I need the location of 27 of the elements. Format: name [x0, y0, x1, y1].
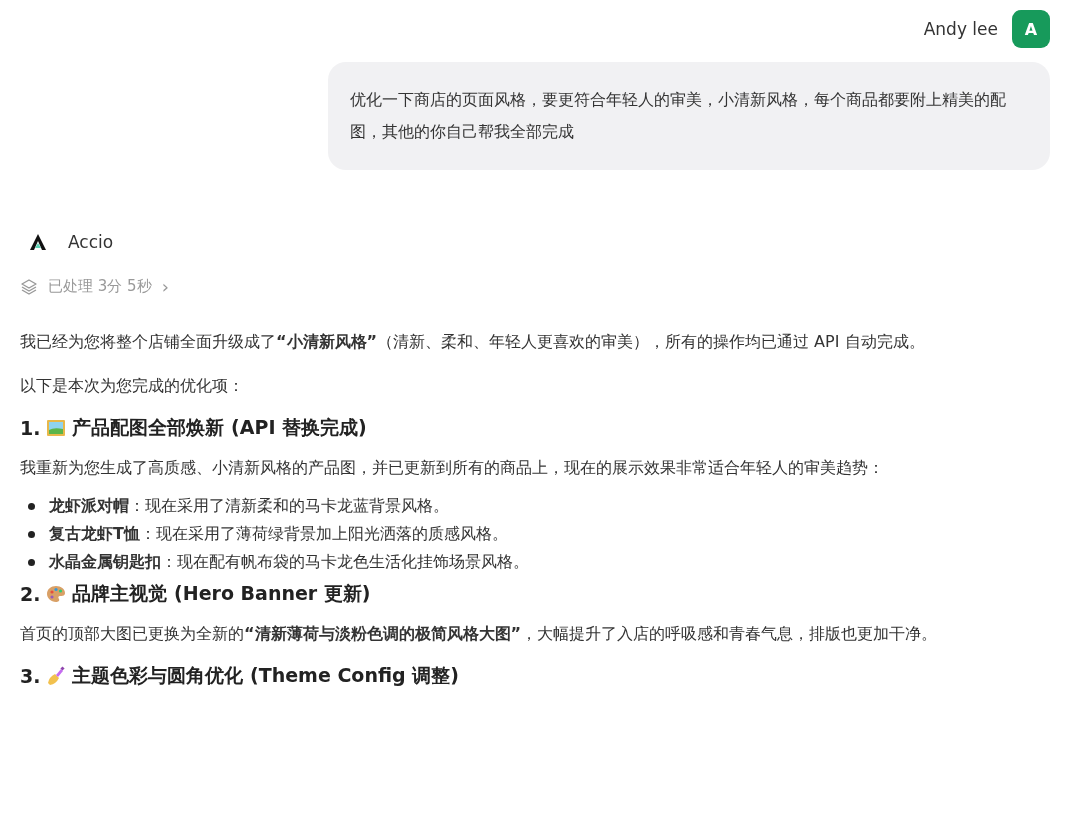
nail-polish-icon: [46, 666, 67, 686]
bullet-icon: [28, 530, 35, 538]
palette-icon: [46, 584, 67, 604]
expand-chevron[interactable]: ›: [161, 276, 169, 297]
list-item: 复古龙虾T恤：现在采用了薄荷绿背景加上阳光洒落的质感风格。: [49, 523, 508, 545]
paragraph: 以下是本次为您完成的优化项：: [20, 375, 245, 397]
processing-status[interactable]: 已处理 3分 5秒: [48, 277, 152, 296]
heading-number: 3.: [20, 665, 41, 687]
paragraph: 我已经为您将整个店铺全面升级成了“小清新风格”（清新、柔和、年轻人更喜欢的审美），所有的操作均已通过 API 自动完成。: [20, 331, 926, 353]
landscape-picture-icon: [46, 418, 67, 438]
heading-title: 主题色彩与圆角优化 (Theme Config 调整): [72, 663, 459, 688]
heading-number: 2.: [20, 583, 41, 605]
heading-title: 产品配图全部焕新 (API 替换完成): [72, 415, 367, 440]
list-item: 水晶金属钥匙扣：现在配有帆布袋的马卡龙色生活化挂饰场景风格。: [49, 551, 529, 573]
layers-icon: [20, 277, 38, 296]
bullet-icon: [28, 502, 35, 510]
user-name: Andy lee: [923, 19, 998, 39]
logo-icon: [28, 232, 48, 252]
heading-title: 品牌主视觉 (Hero Banner 更新): [72, 581, 371, 606]
user-avatar: A: [1012, 10, 1050, 48]
list-item: 龙虾派对帽：现在采用了清新柔和的马卡龙蓝背景风格。: [49, 495, 449, 517]
user-message: 优化一下商店的页面风格，要更符合年轻人的审美，小清新风格，每个商品都要附上精美的配图，其他的你自己帮我全部完成: [328, 62, 1050, 170]
paragraph: 我重新为您生成了高质感、小清新风格的产品图，并已更新到所有的商品上，现在的展示效果非常适合年轻人的审美趋势：: [20, 457, 885, 479]
bullet-icon: [28, 558, 35, 566]
assistant-name: Accio: [68, 232, 114, 252]
heading-number: 1.: [20, 417, 41, 439]
paragraph: 首页的顶部大图已更换为全新的“清新薄荷与淡粉色调的极简风格大图”，大幅提升了入店的呼吸感和青春气息，排版也更加干净。: [20, 623, 939, 645]
